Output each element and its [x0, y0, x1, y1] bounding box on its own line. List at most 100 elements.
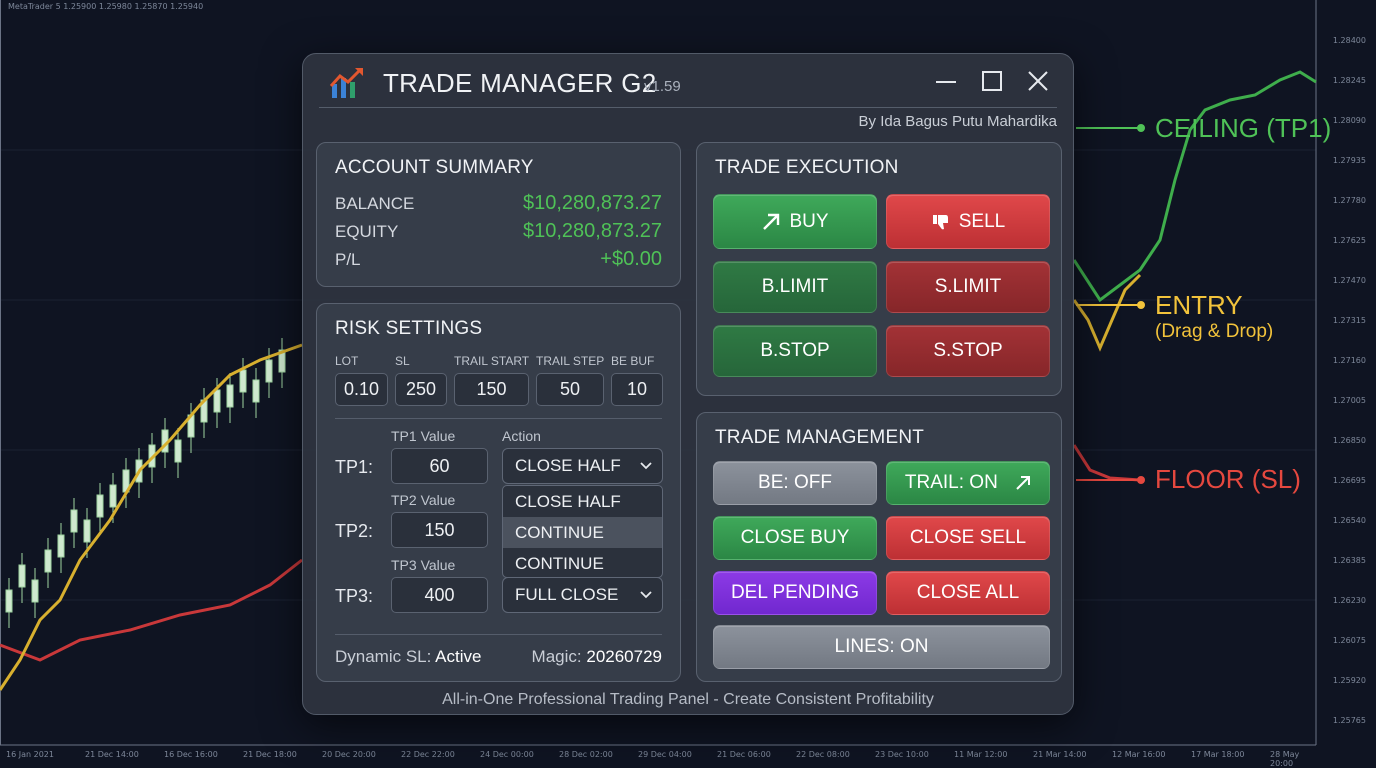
candle-body — [18, 564, 26, 588]
tp1-action-value: CLOSE HALF — [515, 456, 621, 475]
trade-execution-title: TRADE EXECUTION — [715, 157, 899, 178]
trade-manager-panel: TRADE MANAGER G2 v1.59 By Ida Bagus Putu… — [302, 53, 1074, 715]
time-tick: 21 Dec 18:00 — [243, 750, 297, 759]
equity-row: EQUITY $10,280,873.27 — [335, 220, 662, 246]
lot-input[interactable]: 0.10 — [335, 373, 388, 406]
price-tick: 1.28245 — [1332, 76, 1366, 85]
arrow-up-right-icon — [1016, 475, 1031, 490]
price-axis: 1.28400 1.28245 1.28090 1.27935 1.27780 1.276… — [1316, 0, 1376, 745]
pl-label: P/L — [335, 250, 361, 269]
tp3-value-input[interactable]: 400 — [391, 577, 488, 613]
price-tick: 1.27315 — [1332, 316, 1366, 325]
candle-body — [252, 379, 260, 403]
balance-value: $10,280,873.27 — [522, 192, 662, 214]
tp2-value-label: TP2 Value — [391, 492, 456, 508]
risk-separator — [335, 418, 662, 419]
equity-label: EQUITY — [335, 222, 399, 241]
risk-settings-card: RISK SETTINGS LOT SL TRAIL START TRAIL S… — [316, 303, 681, 682]
candle-body — [57, 534, 65, 558]
price-tick: 1.25765 — [1332, 716, 1366, 725]
candle-body — [70, 509, 78, 533]
tp3-value-label: TP3 Value — [391, 557, 456, 573]
maximize-icon[interactable] — [979, 68, 1005, 94]
time-tick: 21 Dec 14:00 — [85, 750, 139, 759]
dynamic-sl-value: Active — [435, 647, 482, 666]
be-buf-input[interactable]: 10 — [611, 373, 663, 406]
magic-label: Magic: — [531, 647, 582, 666]
be-buf-label: BE BUF — [611, 354, 655, 368]
lines-toggle[interactable]: LINES: ON — [713, 625, 1050, 669]
dropdown-option[interactable]: CONTINUE — [503, 517, 662, 548]
thumbs-down-icon — [932, 214, 948, 230]
candle-body — [226, 384, 234, 408]
chevron-down-icon — [640, 462, 652, 470]
sell-stop-button[interactable]: S.STOP — [886, 325, 1050, 377]
dropdown-option[interactable]: CONTINUE — [503, 548, 662, 577]
account-summary-title: ACCOUNT SUMMARY — [335, 157, 534, 178]
price-tick: 1.26385 — [1332, 556, 1366, 565]
tp2-label: TP2: — [335, 521, 374, 541]
buy-stop-button[interactable]: B.STOP — [713, 325, 877, 377]
close-all-button[interactable]: CLOSE ALL — [886, 571, 1050, 615]
time-tick: 21 Dec 06:00 — [717, 750, 771, 759]
time-tick: 22 Dec 22:00 — [401, 750, 455, 759]
sell-limit-button[interactable]: S.LIMIT — [886, 261, 1050, 313]
trade-management-title: TRADE MANAGEMENT — [715, 427, 925, 448]
action-header: Action — [502, 428, 541, 444]
candle-body — [96, 494, 104, 518]
chart-logo-icon — [329, 68, 363, 98]
minimize-icon[interactable] — [933, 68, 959, 94]
buy-limit-button[interactable]: B.LIMIT — [713, 261, 877, 313]
dropdown-option[interactable]: CLOSE HALF — [503, 486, 662, 517]
price-tick: 1.26075 — [1332, 636, 1366, 645]
price-tick: 1.28400 — [1332, 36, 1366, 45]
price-tick: 1.28090 — [1332, 116, 1366, 125]
tp1-value-label: TP1 Value — [391, 428, 456, 444]
price-tick: 1.27470 — [1332, 276, 1366, 285]
trail-step-input[interactable]: 50 — [536, 373, 604, 406]
tp1-value-input[interactable]: 60 — [391, 448, 488, 484]
tp2-value-input[interactable]: 150 — [391, 512, 488, 548]
tp1-action-select[interactable]: CLOSE HALF — [502, 448, 663, 484]
ceiling-label[interactable]: CEILING (TP1) — [1155, 113, 1331, 144]
chevron-down-icon — [640, 591, 652, 599]
trail-start-input[interactable]: 150 — [454, 373, 529, 406]
arrow-up-right-icon — [763, 213, 780, 230]
entry-label[interactable]: ENTRY — [1155, 290, 1243, 321]
breakeven-toggle[interactable]: BE: OFF — [713, 461, 877, 505]
floor-label[interactable]: FLOOR (SL) — [1155, 464, 1301, 495]
lot-label: LOT — [335, 354, 359, 368]
delete-pending-button[interactable]: DEL PENDING — [713, 571, 877, 615]
trail-start-label: TRAIL START — [454, 354, 530, 368]
sell-button[interactable]: SELL — [886, 194, 1050, 249]
title-bar[interactable]: TRADE MANAGER G2 v1.59 — [303, 54, 1073, 108]
dynamic-sl-status: Dynamic SL: Active — [335, 647, 481, 667]
time-tick: 11 Mar 12:00 — [954, 750, 1008, 759]
buy-button[interactable]: BUY — [713, 194, 877, 249]
time-tick: 23 Dec 10:00 — [875, 750, 929, 759]
risk-settings-title: RISK SETTINGS — [335, 318, 483, 339]
close-sell-button[interactable]: CLOSE SELL — [886, 516, 1050, 560]
trail-toggle[interactable]: TRAIL: ON — [886, 461, 1050, 505]
trade-management-card: TRADE MANAGEMENT BE: OFF TRAIL: ON CLOSE… — [696, 412, 1062, 682]
pl-row: P/L +$0.00 — [335, 248, 662, 274]
price-tick: 1.26230 — [1332, 596, 1366, 605]
tp3-label: TP3: — [335, 586, 374, 606]
balance-row: BALANCE $10,280,873.27 — [335, 192, 662, 218]
pl-value: +$0.00 — [600, 248, 662, 270]
candle-body — [44, 549, 52, 573]
account-summary-card: ACCOUNT SUMMARY BALANCE $10,280,873.27 E… — [316, 142, 681, 287]
price-tick: 1.27160 — [1332, 356, 1366, 365]
dynamic-sl-label: Dynamic SL: — [335, 647, 432, 666]
tp3-action-select[interactable]: FULL CLOSE — [502, 577, 663, 613]
sl-input[interactable]: 250 — [395, 373, 447, 406]
chart-symbol-info: MetaTrader 5 1.25900 1.25980 1.25870 1.2… — [8, 2, 204, 11]
time-tick: 20 Dec 20:00 — [322, 750, 376, 759]
time-tick: 16 Jan 2021 — [6, 750, 54, 759]
time-tick: 16 Dec 16:00 — [164, 750, 218, 759]
close-buy-button[interactable]: CLOSE BUY — [713, 516, 877, 560]
candle-body — [31, 579, 39, 603]
close-icon[interactable] — [1025, 68, 1051, 94]
candle-body — [109, 484, 117, 508]
time-axis: 16 Jan 2021 21 Dec 14:00 16 Dec 16:00 21 De… — [0, 748, 1316, 768]
